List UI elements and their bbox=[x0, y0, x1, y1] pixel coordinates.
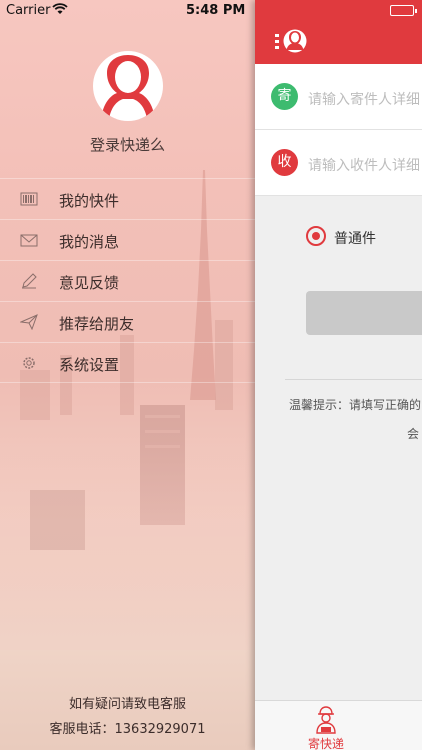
main-panel: 寄 请输入寄件人详细 收 请输入收件人详细 普通件 温馨提示：请填写正确的 会 bbox=[255, 0, 422, 750]
user-icon bbox=[283, 29, 307, 53]
pencil-icon bbox=[20, 273, 38, 289]
barcode-icon bbox=[20, 191, 38, 207]
gear-icon bbox=[20, 355, 38, 371]
menu-item-feedback[interactable]: 意见反馈 bbox=[0, 260, 255, 301]
envelope-icon bbox=[20, 232, 38, 248]
wifi-icon bbox=[52, 2, 68, 20]
carrier-label: Carrier bbox=[6, 3, 51, 18]
tip-text: 温馨提示：请填写正确的 bbox=[289, 398, 422, 412]
user-avatar[interactable] bbox=[93, 51, 163, 121]
delivery-option-label: 普通件 bbox=[334, 231, 376, 247]
menu-item-my-messages[interactable]: 我的消息 bbox=[0, 219, 255, 260]
sender-badge: 寄 bbox=[271, 83, 298, 110]
address-form: 寄 请输入寄件人详细 收 请输入收件人详细 bbox=[255, 64, 422, 196]
divider bbox=[285, 379, 422, 380]
drawer-toggle-button[interactable] bbox=[273, 28, 311, 56]
menu-item-label: 我的快件 bbox=[59, 192, 120, 210]
sender-address-field[interactable]: 请输入寄件人详细 bbox=[308, 89, 420, 109]
side-drawer: 登录快递么 我的快件 我的消息 意见反馈 推荐给朋友 系统设置 如有疑问请致电客… bbox=[0, 0, 255, 750]
menu-item-label: 我的消息 bbox=[59, 233, 120, 251]
menu-item-settings[interactable]: 系统设置 bbox=[0, 342, 255, 383]
menu-item-recommend[interactable]: 推荐给朋友 bbox=[0, 301, 255, 342]
status-bar: Carrier 5:48 PM bbox=[0, 0, 422, 22]
paper-plane-icon bbox=[19, 314, 38, 331]
menu-item-label: 意见反馈 bbox=[59, 274, 120, 292]
tab-label: 寄快递 bbox=[307, 737, 344, 750]
battery-icon bbox=[390, 5, 417, 16]
tip-text-continued: 会 bbox=[407, 427, 420, 441]
drawer-menu: 我的快件 我的消息 意见反馈 推荐给朋友 系统设置 bbox=[0, 178, 255, 383]
receiver-badge: 收 bbox=[271, 149, 298, 176]
menu-item-label: 推荐给朋友 bbox=[59, 315, 135, 333]
radio-button[interactable] bbox=[306, 226, 326, 246]
tab-send-express[interactable]: 寄快递 bbox=[302, 704, 350, 750]
receiver-row[interactable]: 收 请输入收件人详细 bbox=[255, 130, 422, 196]
support-phone[interactable]: 客服电话：13632929071 bbox=[0, 718, 255, 737]
clock-time: 5:48 PM bbox=[186, 3, 246, 18]
sender-row[interactable]: 寄 请输入寄件人详细 bbox=[255, 64, 422, 130]
submit-button[interactable] bbox=[306, 291, 422, 335]
menu-item-label: 系统设置 bbox=[59, 356, 120, 374]
courier-icon bbox=[315, 706, 337, 734]
tab-bar: 寄快递 bbox=[255, 700, 422, 750]
support-hint: 如有疑问请致电客服 bbox=[68, 697, 186, 712]
receiver-address-field[interactable]: 请输入收件人详细 bbox=[308, 155, 420, 175]
menu-item-my-packages[interactable]: 我的快件 bbox=[0, 178, 255, 219]
login-link[interactable]: 登录快递么 bbox=[0, 134, 255, 155]
